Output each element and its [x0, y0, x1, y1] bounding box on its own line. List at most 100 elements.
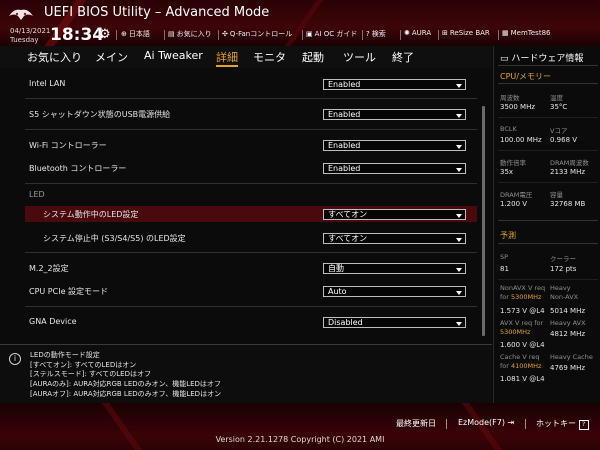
dropdown-arrow-icon: [456, 114, 462, 118]
dropdown-value: Enabled: [328, 164, 361, 173]
toolbar-separator: [116, 30, 117, 40]
tab-main[interactable]: メイン: [95, 49, 128, 65]
favorites-button[interactable]: ▤ お気に入り: [168, 29, 212, 39]
hw-heavy-avx-label: Heavy AVX: [550, 319, 586, 327]
s5-usb-power-dropdown[interactable]: Enabled: [323, 109, 466, 120]
search-button[interactable]: ? 検索: [366, 29, 386, 39]
tab-tool[interactable]: ツール: [343, 49, 376, 65]
divider: [498, 65, 598, 66]
tab-boot[interactable]: 起動: [302, 49, 324, 65]
memtest-button[interactable]: ▦ MemTest86: [502, 29, 550, 37]
dropdown-value: Auto: [328, 287, 347, 296]
setting-label: Intel LAN: [29, 79, 66, 88]
setting-row-m2-2[interactable]: M.2_2設定 自動: [25, 260, 477, 276]
day-text: Tuesday: [10, 36, 39, 44]
tab-ai-tweaker[interactable]: Ai Tweaker: [144, 49, 203, 62]
hw-heavy-nonavx-label: Heavy: [550, 284, 571, 292]
m2-2-dropdown[interactable]: 自動: [323, 263, 466, 274]
hw-nonavx-value: 1.573 V @L4: [500, 307, 545, 315]
ai-oc-guide-button[interactable]: ▣ AI OC ガイド: [306, 29, 357, 39]
hw-heavy-cache-value: 4769 MHz: [550, 364, 586, 372]
toolbar-separator: [218, 30, 219, 40]
qfan-button[interactable]: ✣ Q-Fanコントロール: [222, 29, 292, 39]
clock[interactable]: 18:34: [50, 25, 104, 45]
rog-logo-icon: [9, 9, 33, 20]
setting-row-cpu-pcie[interactable]: CPU PCIe 設定モード Auto: [25, 283, 477, 299]
info-line: [AURAオフ]: AURA対応RGB LEDのみオフ、機能LEDはオン: [30, 390, 222, 398]
hw-cache-freq-label: for 4100MHz: [500, 362, 542, 370]
setting-row-gna-device[interactable]: GNA Device Disabled: [25, 314, 477, 330]
clock-settings-gear-icon[interactable]: ⚙: [99, 27, 111, 42]
memtest-icon: ▦: [502, 29, 509, 37]
setting-row-bluetooth[interactable]: Bluetooth コントローラー Enabled: [25, 160, 477, 176]
hotkeys-button[interactable]: ホットキー ?: [536, 418, 589, 430]
resize-bar-button[interactable]: ⊞ ReSize BAR: [442, 29, 490, 37]
settings-scrollbar[interactable]: [482, 106, 485, 336]
setting-label: システム停止中 (S3/S4/S5) のLED設定: [43, 234, 186, 243]
setting-row-led-sleep[interactable]: システム停止中 (S3/S4/S5) のLED設定 すべてオン: [25, 230, 477, 246]
led-sleep-dropdown[interactable]: すべてオン: [323, 233, 466, 244]
hw-vcore-label: Vコア: [550, 127, 568, 135]
hw-sp-value: 81: [500, 265, 509, 273]
hw-temp-value: 35°C: [550, 103, 568, 111]
info-line: LEDの動作モード設定: [30, 351, 100, 359]
toolbar-separator: [498, 30, 499, 40]
tab-advanced[interactable]: 詳細: [216, 49, 238, 65]
gna-device-dropdown[interactable]: Disabled: [323, 317, 466, 328]
fan-icon: ✣: [222, 30, 228, 38]
divider: [498, 150, 598, 151]
setting-label: GNA Device: [29, 317, 77, 326]
setting-row-s5-usb-power[interactable]: S5 シャットダウン状態のUSB電源供給 Enabled: [25, 106, 477, 122]
hw-section-cpu-memory: CPU/メモリー: [500, 72, 551, 81]
setting-row-led-working[interactable]: システム動作中のLED設定 すべてオン: [25, 206, 477, 222]
tab-favorites[interactable]: お気に入り: [27, 49, 82, 65]
divider: [498, 243, 598, 244]
title-bar: UEFI BIOS Utility – Advanced Mode 04/13/…: [0, 0, 600, 46]
info-line: [AURAのみ]: AURA対応RGB LEDのみオン、機能LEDはオフ: [30, 380, 221, 388]
language-button[interactable]: ⊕ 日本語: [121, 29, 150, 39]
wifi-dropdown[interactable]: Enabled: [323, 140, 466, 151]
ai-oc-icon: ▣: [306, 30, 313, 38]
hw-heavy-avx-value: 4812 MHz: [550, 330, 586, 338]
dropdown-arrow-icon: [456, 214, 462, 218]
hw-ratio-value: 35x: [500, 168, 514, 176]
led-working-dropdown[interactable]: すべてオン: [323, 209, 466, 220]
hw-dram-volt-value: 1.200 V: [500, 200, 528, 208]
divider: [498, 83, 598, 84]
cpu-pcie-dropdown[interactable]: Auto: [323, 286, 466, 297]
hw-capacity-label: 容量: [550, 191, 563, 199]
app-title: UEFI BIOS Utility – Advanced Mode: [44, 5, 270, 20]
ezmode-button[interactable]: EzMode(F7) ⇥: [458, 418, 514, 427]
hw-cooler-value: 172 pts: [550, 265, 577, 273]
dropdown-value: すべてオン: [328, 234, 368, 243]
dropdown-value: 自動: [328, 264, 344, 273]
aura-icon: ✺: [404, 29, 410, 37]
setting-row-intel-lan[interactable]: Intel LAN Enabled: [25, 77, 477, 93]
tab-monitor[interactable]: モニタ: [253, 49, 286, 65]
setting-label: システム動作中のLED設定: [43, 210, 139, 219]
setting-row-wifi[interactable]: Wi-Fi コントローラー Enabled: [25, 137, 477, 153]
bluetooth-dropdown[interactable]: Enabled: [323, 163, 466, 174]
info-icon: i: [9, 353, 21, 365]
hw-avx-req-label: AVX V req for: [500, 319, 544, 327]
main-menu: お気に入り メイン Ai Tweaker 詳細 モニタ 起動 ツール 終了: [0, 46, 492, 69]
dropdown-value: Disabled: [328, 318, 363, 327]
hw-bclk-label: BCLK: [500, 125, 517, 133]
globe-icon: ⊕: [121, 30, 127, 38]
version-text: Version 2.21.1278 Copyright (C) 2021 AMI: [215, 435, 385, 444]
hw-dram-freq-label: DRAM周波数: [550, 159, 589, 167]
settings-panel: Intel LAN Enabled S5 シャットダウン状態のUSB電源供給 E…: [0, 68, 492, 344]
aura-button[interactable]: ✺ AURA: [404, 29, 431, 37]
intel-lan-dropdown[interactable]: Enabled: [323, 79, 466, 90]
toolbar-separator: [164, 30, 165, 40]
last-modified-button[interactable]: 最終更新日: [396, 418, 436, 429]
footer-bar: 最終更新日 EzMode(F7) ⇥ ホットキー ? Version 2.21.…: [0, 403, 600, 450]
hw-nonavx-freq-label: for 5300MHz: [500, 293, 542, 301]
hw-monitor-title: ▭ ハードウェア情報: [500, 54, 584, 64]
hw-vcore-value: 0.968 V: [550, 136, 578, 144]
hw-nonavx-req-label: NonAVX V req: [500, 284, 546, 292]
tab-exit[interactable]: 終了: [392, 49, 414, 65]
divider: [498, 117, 598, 118]
search-icon: ?: [366, 30, 370, 38]
hw-section-prediction: 予測: [500, 231, 516, 240]
